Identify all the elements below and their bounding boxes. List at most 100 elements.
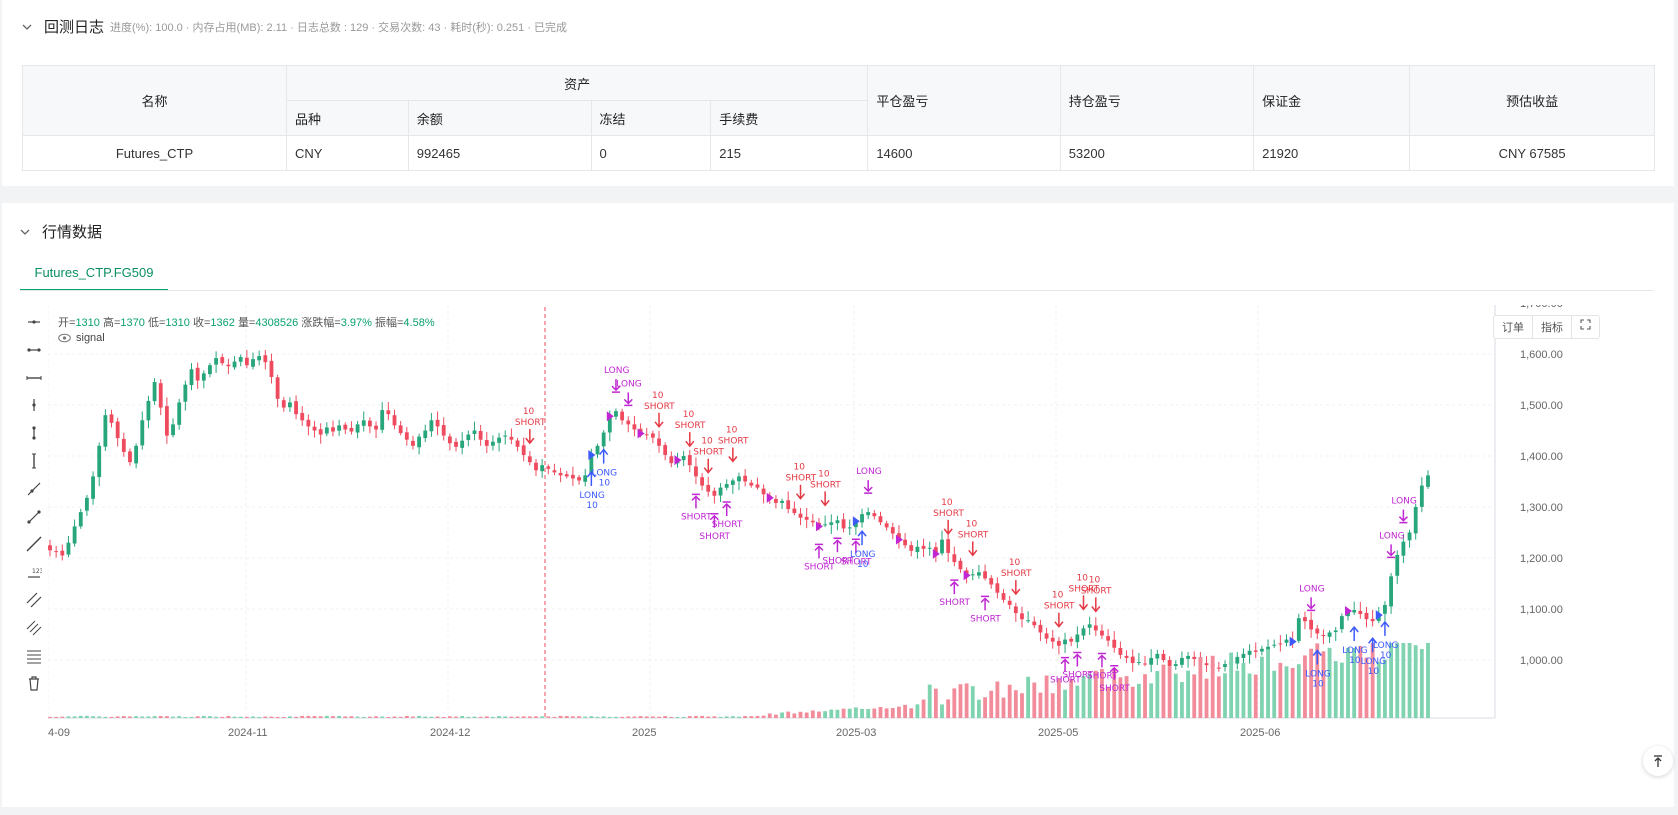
candlestick-chart[interactable]: 1,700.00 1,600.00 1,500.00 1,400.00 1,300.00…	[47, 298, 1658, 773]
volume-bar	[595, 716, 600, 718]
volume-bar	[534, 716, 538, 718]
fib-channel-tool-icon[interactable]	[22, 616, 46, 640]
candle-body	[804, 516, 809, 520]
volume-bar	[1370, 643, 1375, 718]
indicator-button[interactable]: 指标	[1533, 316, 1572, 338]
candle-body	[1309, 619, 1314, 630]
price-line-tool-icon[interactable]: 123	[22, 560, 46, 584]
candle-body	[447, 436, 452, 444]
candle-body	[226, 364, 231, 367]
x-tick-label: 2025-06	[1240, 727, 1280, 739]
candle-body	[66, 542, 71, 555]
volume-bar	[54, 716, 59, 718]
signal-indicator-tag[interactable]: signal	[58, 332, 105, 344]
volume-bar	[134, 716, 139, 718]
candle-body	[484, 440, 489, 446]
trash-icon[interactable]	[22, 671, 46, 695]
candle-body	[540, 465, 545, 472]
ray-tool-icon[interactable]	[22, 477, 46, 501]
volume-bar	[749, 716, 754, 718]
volume-bar	[614, 716, 618, 718]
volume-bar	[1136, 683, 1141, 718]
y-tick-label: 1,200.00	[1520, 553, 1563, 565]
candle-body	[1296, 618, 1301, 641]
short-qty-label: 10	[652, 391, 664, 401]
volume-bar	[1186, 670, 1190, 718]
candle-body	[1247, 650, 1252, 655]
long-signal-label: LONG	[579, 491, 605, 501]
tab-futures-ctp-fg509[interactable]: Futures_CTP.FG509	[20, 256, 168, 291]
candle-body	[669, 456, 674, 464]
price-chart[interactable]: 1,700.00 1,600.00 1,500.00 1,400.00 1,300.00…	[47, 298, 1658, 773]
horizontal-ray-tool-icon[interactable]	[22, 310, 46, 334]
candle-body	[1223, 664, 1227, 668]
candle-body	[318, 429, 323, 435]
exit-long-signal-label: LONG	[856, 467, 882, 477]
fib-retracement-tool-icon[interactable]	[22, 644, 46, 668]
horizontal-segment-tool-icon[interactable]	[22, 338, 46, 362]
candle-body	[527, 456, 532, 463]
volume-bar	[829, 709, 834, 718]
volume-bar	[644, 716, 649, 718]
horizontal-line-tool-icon[interactable]	[22, 366, 46, 390]
candle-body	[878, 516, 883, 523]
short-qty-label: 10	[794, 463, 806, 473]
candle-body	[755, 484, 760, 488]
candle-body	[1161, 653, 1166, 660]
volume-bar	[1161, 664, 1166, 718]
candle-body	[48, 545, 52, 551]
volume-bar	[570, 716, 575, 718]
scroll-to-latest-button[interactable]	[1643, 746, 1673, 776]
volume-bar	[208, 716, 212, 718]
vertical-line-tool-icon[interactable]	[22, 449, 46, 473]
col-fee: 手续费	[710, 100, 869, 136]
long-arrow	[857, 529, 867, 546]
fullscreen-button[interactable]	[1572, 316, 1599, 338]
candle-body	[417, 436, 422, 448]
candle-body	[1143, 663, 1147, 665]
candle-body	[1075, 634, 1080, 643]
candle-body	[1038, 624, 1043, 633]
candle-body	[1081, 628, 1086, 636]
volume-bar	[724, 716, 729, 718]
exit-long-signal-label: LONG	[616, 379, 642, 389]
volume-bar	[989, 690, 994, 718]
short-signal-label: SHORT	[1044, 602, 1075, 612]
volume-bar	[146, 716, 151, 718]
cover-signal-label: SHORT	[1099, 684, 1130, 694]
candle-body	[392, 415, 397, 426]
trend-line-tool-icon[interactable]	[22, 532, 46, 556]
volume-bar	[558, 715, 563, 718]
cell-name: Futures_CTP	[22, 135, 287, 171]
short-arrow	[1011, 580, 1021, 596]
cover-signal-label: SHORT	[712, 520, 743, 530]
volume-bar	[792, 713, 797, 718]
candle-body	[238, 357, 243, 362]
volume-bar	[921, 699, 926, 718]
volume-bar	[435, 716, 440, 718]
backtest-log-header[interactable]: 回测日志 进度(%): 100.0 · 内存占用(MB): 2.11 · 日志总…	[22, 16, 567, 37]
candle-body	[435, 419, 440, 427]
volume-bar	[970, 686, 975, 718]
order-button[interactable]: 订单	[1494, 316, 1533, 338]
volume-bar	[1333, 661, 1338, 718]
volume-bar	[466, 716, 471, 718]
vertical-ray-tool-icon[interactable]	[22, 393, 46, 417]
eye-icon[interactable]	[58, 333, 71, 343]
volume-bar	[755, 715, 760, 718]
volume-bar	[1124, 676, 1129, 718]
candle-body	[1087, 624, 1092, 628]
long-qty-label: 10	[857, 560, 869, 570]
vertical-segment-tool-icon[interactable]	[22, 421, 46, 445]
volume-bar	[718, 716, 723, 718]
segment-tool-icon[interactable]	[22, 505, 46, 529]
short-signal-label: SHORT	[693, 448, 724, 458]
candle-body	[977, 572, 981, 576]
market-data-header[interactable]: 行情数据	[20, 221, 102, 242]
candle-body	[872, 513, 877, 517]
volume-bar	[109, 716, 114, 718]
long-qty-label: 10	[599, 479, 611, 489]
volume-bar	[1173, 673, 1178, 718]
candle-body	[472, 430, 477, 434]
parallel-channel-tool-icon[interactable]	[22, 588, 46, 612]
